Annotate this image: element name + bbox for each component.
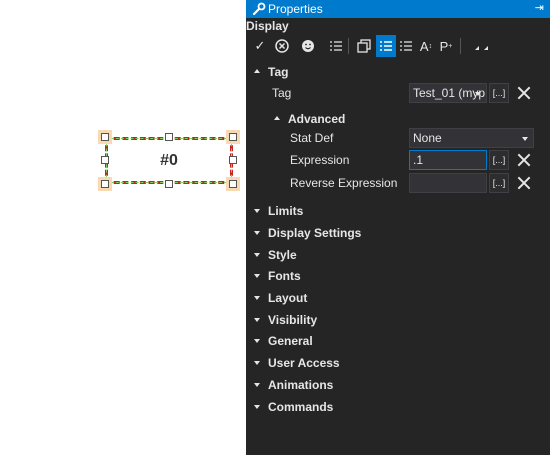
expand-arrow-icon [254,253,260,257]
group-label: Advanced [288,112,346,126]
expression-ellipsis-button[interactable]: [...] [489,150,509,170]
group-advanced[interactable]: Advanced [246,109,550,129]
property-label: Reverse Expression [290,176,398,190]
design-canvas[interactable]: #0 [0,0,246,455]
toolbar-separator [460,38,461,54]
resize-handle-bottom[interactable] [165,180,173,188]
group-visibility[interactable]: Visibility [246,310,550,330]
group-label: Tag [268,65,289,79]
expand-arrow-icon [254,209,260,213]
smiley-icon[interactable] [298,35,318,57]
group-user-access[interactable]: User Access [246,353,550,373]
pin-icon[interactable]: ⇥ [535,1,544,14]
resize-handle-top-left[interactable] [101,133,109,141]
group-label: Commands [268,400,334,414]
reverse-expression-ellipsis-button[interactable]: [...] [489,173,509,193]
group-label: User Access [268,356,340,370]
expand-arrow-icon [254,296,260,300]
expand-arrow-icon [254,383,260,387]
categorized-list-icon[interactable] [376,35,396,57]
alphabetical-list-icon[interactable] [396,35,416,57]
resize-handle-top-right[interactable] [229,133,237,141]
property-row-expression: Expression .1 [...] [246,150,550,170]
chevron-down-icon [522,137,528,141]
more-icon[interactable] [472,35,492,57]
group-label: Display Settings [268,226,362,240]
check-icon[interactable]: ✓ [250,35,270,57]
collapse-arrow-icon [274,116,280,120]
section-title: Display [246,19,289,33]
toolbar-separator [348,38,349,54]
chevron-down-icon [475,92,481,96]
property-label: Expression [290,153,350,167]
copy-icon[interactable] [354,35,374,57]
expand-arrow-icon [254,318,260,322]
property-row-reverse-expression: Reverse Expression [...] [246,173,550,193]
group-label: Limits [268,204,304,218]
group-animations[interactable]: Animations [246,375,550,395]
cancel-circle-icon[interactable] [272,35,292,57]
resize-handle-left[interactable] [101,156,109,164]
stat-def-select[interactable]: None [409,128,534,148]
group-fonts[interactable]: Fonts [246,266,550,286]
tag-clear-button[interactable] [514,83,534,103]
property-label: Tag [272,86,292,100]
group-label: Animations [268,378,334,392]
properties-panel: Properties ⇥ Display ✓ A ↕ P + Tag Tag T… [246,0,550,455]
reverse-expression-input[interactable] [409,173,487,193]
expand-arrow-icon [254,339,260,343]
list-icon[interactable] [326,35,346,57]
property-label: Stat Def [290,131,334,145]
properties-toolbar: ✓ A ↕ P + [250,35,546,59]
expand-arrow-icon [254,274,260,278]
group-style[interactable]: Style [246,245,550,265]
resize-handle-bottom-right[interactable] [229,180,237,188]
wrench-icon [252,2,266,16]
tag-select[interactable]: Test_01 (myp [409,83,487,103]
font-a-icon[interactable]: A ↕ [416,35,436,57]
resize-handle-bottom-left[interactable] [101,180,109,188]
group-layout[interactable]: Layout [246,288,550,308]
group-limits[interactable]: Limits [246,201,550,221]
group-label: Style [268,248,297,262]
resize-handle-top[interactable] [165,133,173,141]
group-general[interactable]: General [246,331,550,351]
property-row-stat-def: Stat Def None [246,128,550,148]
property-row-tag: Tag Test_01 (myp [...] [246,83,550,103]
collapse-arrow-icon [254,69,260,73]
group-label: Fonts [268,269,301,283]
group-display-settings[interactable]: Display Settings [246,223,550,243]
expand-arrow-icon [254,405,260,409]
group-tag[interactable]: Tag [246,62,550,82]
group-label: Layout [268,291,308,305]
tag-ellipsis-button[interactable]: [...] [489,83,509,103]
expression-input[interactable]: .1 [409,150,487,170]
group-label: General [268,334,313,348]
panel-title: Properties [268,2,323,16]
resize-handle-right[interactable] [229,156,237,164]
expression-clear-button[interactable] [514,150,534,170]
expand-arrow-icon [254,361,260,365]
panel-titlebar[interactable]: Properties ⇥ [246,0,550,18]
group-label: Visibility [268,313,318,327]
font-p-icon[interactable]: P + [436,35,456,57]
widget-text: #0 [160,151,178,169]
group-commands[interactable]: Commands [246,397,550,417]
reverse-expression-clear-button[interactable] [514,173,534,193]
expand-arrow-icon [254,231,260,235]
display-widget[interactable]: #0 [101,133,237,188]
